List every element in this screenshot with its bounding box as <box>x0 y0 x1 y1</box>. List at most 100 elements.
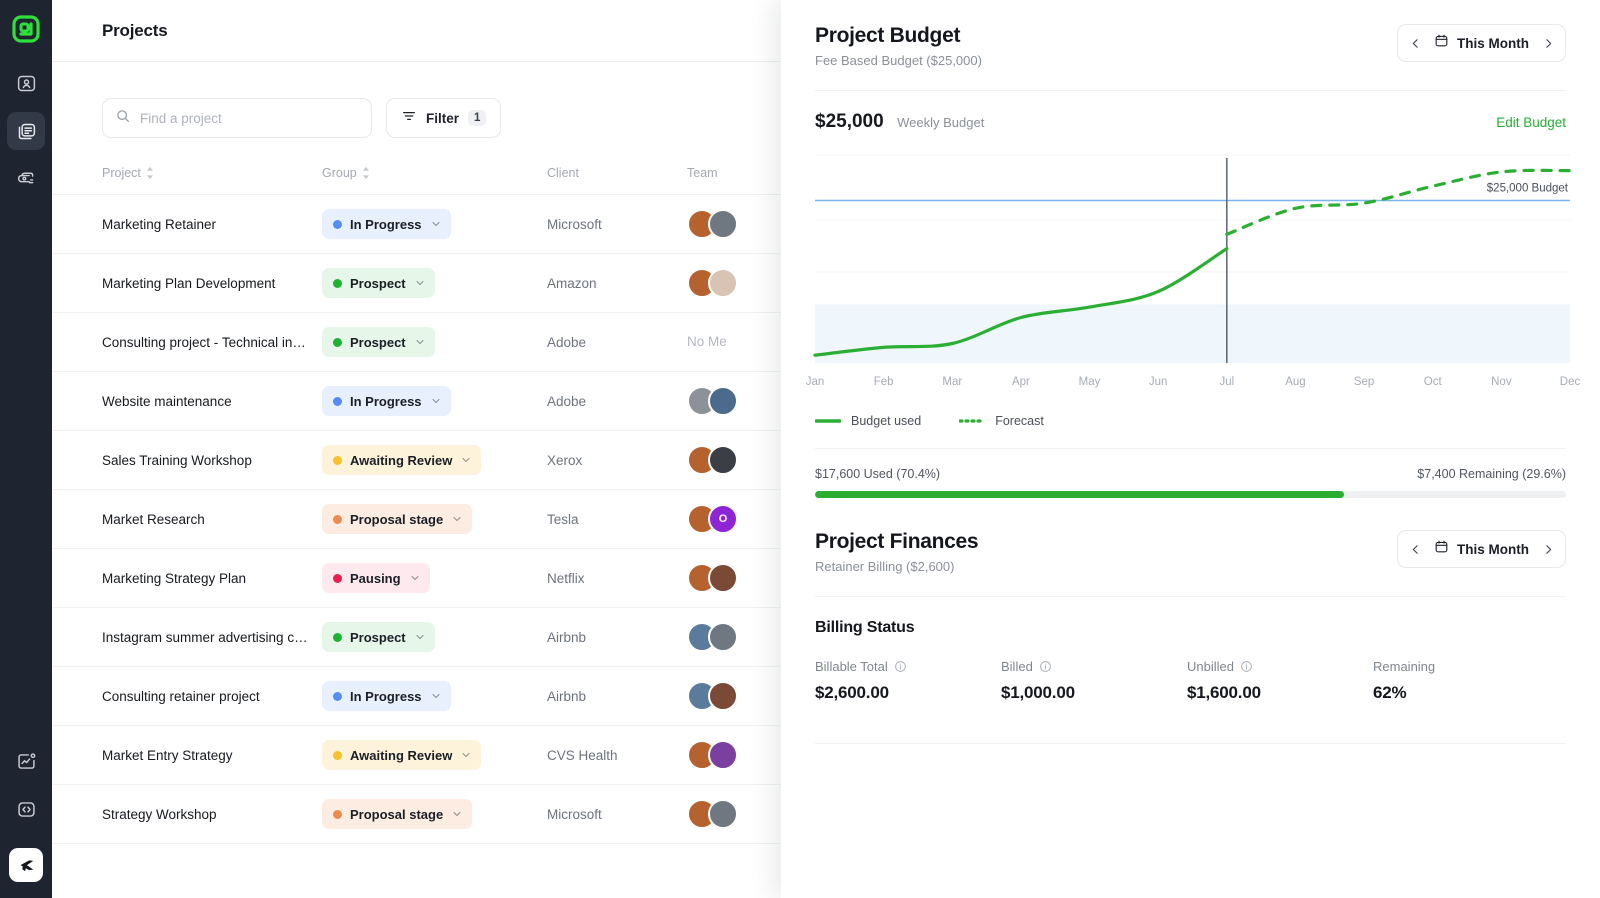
chevron-down-icon[interactable] <box>414 277 426 289</box>
svg-text:Jan: Jan <box>806 376 825 388</box>
finances-bottom-divider <box>815 743 1566 744</box>
info-icon[interactable] <box>1240 660 1253 673</box>
status-badge[interactable]: In Progress <box>322 681 451 711</box>
table-row[interactable]: Consulting retainer projectIn ProgressAi… <box>52 667 782 726</box>
chevron-left-icon[interactable] <box>1402 25 1428 61</box>
avatar[interactable] <box>708 563 738 593</box>
column-header-project[interactable]: Project <box>52 166 322 195</box>
avatar-group[interactable] <box>687 209 782 239</box>
avatar[interactable]: O <box>708 504 738 534</box>
column-header-team[interactable]: Team <box>687 166 782 195</box>
avatar[interactable] <box>708 681 738 711</box>
table-row[interactable]: Instagram summer advertising c…ProspectA… <box>52 608 782 667</box>
search-input[interactable] <box>140 111 359 126</box>
status-badge[interactable]: Pausing <box>322 563 430 593</box>
budget-period-picker[interactable]: This Month <box>1397 24 1566 62</box>
finances-period-picker[interactable]: This Month <box>1397 530 1566 568</box>
chevron-right-icon[interactable] <box>1535 531 1561 567</box>
kpi-value: $2,600.00 <box>815 683 1001 703</box>
sidebar-item-developer[interactable] <box>7 790 45 828</box>
chevron-down-icon[interactable] <box>430 218 442 230</box>
status-badge[interactable]: Awaiting Review <box>322 740 481 770</box>
avatar-group[interactable] <box>687 799 782 829</box>
edit-budget-button[interactable]: Edit Budget <box>1496 115 1566 130</box>
avatar-group[interactable] <box>687 740 782 770</box>
chevron-down-icon[interactable] <box>451 513 463 525</box>
column-header-group[interactable]: Group <box>322 166 547 195</box>
avatar[interactable] <box>708 740 738 770</box>
table-row[interactable]: Website maintenanceIn ProgressAdobe <box>52 372 782 431</box>
filter-button[interactable]: Filter 1 <box>386 98 501 138</box>
status-label: In Progress <box>350 217 422 232</box>
status-label: Prospect <box>350 276 406 291</box>
table-row[interactable]: Consulting project - Technical in…Prospe… <box>52 313 782 372</box>
avatar[interactable] <box>708 386 738 416</box>
status-badge[interactable]: Prospect <box>322 268 435 298</box>
avatar-group[interactable] <box>687 563 782 593</box>
workspace-mark-icon[interactable] <box>9 848 43 882</box>
avatar-group[interactable] <box>687 681 782 711</box>
avatar[interactable] <box>708 622 738 652</box>
status-dot-icon <box>333 397 342 406</box>
avatar[interactable] <box>708 268 738 298</box>
status-badge[interactable]: Prospect <box>322 622 435 652</box>
avatar-group[interactable] <box>687 386 782 416</box>
avatar-group[interactable]: O <box>687 504 782 534</box>
legend-label-forecast: Forecast <box>995 414 1044 428</box>
chevron-down-icon[interactable] <box>414 631 426 643</box>
status-dot-icon <box>333 338 342 347</box>
sidebar-item-insights[interactable] <box>7 742 45 780</box>
chevron-down-icon[interactable] <box>451 808 463 820</box>
avatar[interactable] <box>708 209 738 239</box>
avatar[interactable] <box>708 799 738 829</box>
avatar-group[interactable] <box>687 622 782 652</box>
usage-labels: $17,600 Used (70.4%) $7,400 Remaining (2… <box>815 467 1566 481</box>
budget-period-value[interactable]: This Month <box>1428 33 1535 53</box>
cell-client: CVS Health <box>547 726 687 785</box>
info-icon[interactable] <box>894 660 907 673</box>
column-header-client[interactable]: Client <box>547 166 687 195</box>
chevron-right-icon[interactable] <box>1535 25 1561 61</box>
table-row[interactable]: Sales Training WorkshopAwaiting ReviewXe… <box>52 431 782 490</box>
sidebar-item-projects[interactable] <box>7 112 45 150</box>
status-dot-icon <box>333 633 342 642</box>
budget-subtitle: Fee Based Budget ($25,000) <box>815 53 982 68</box>
status-badge[interactable]: Prospect <box>322 327 435 357</box>
chevron-down-icon[interactable] <box>430 690 442 702</box>
table-row[interactable]: Marketing Plan DevelopmentProspectAmazon <box>52 254 782 313</box>
search-input-wrapper[interactable] <box>102 98 372 138</box>
table-row[interactable]: Marketing RetainerIn ProgressMicrosoft <box>52 195 782 254</box>
table-row[interactable]: Market ResearchProposal stageTeslaO <box>52 490 782 549</box>
cell-client: Adobe <box>547 313 687 372</box>
status-dot-icon <box>333 574 342 583</box>
avatar-group[interactable] <box>687 445 782 475</box>
budget-amount-group: $25,000 Weekly Budget <box>815 111 984 133</box>
cell-group: Prospect <box>322 254 547 313</box>
chevron-down-icon[interactable] <box>460 454 472 466</box>
status-badge[interactable]: In Progress <box>322 209 451 239</box>
sidebar-item-billing[interactable] <box>7 160 45 198</box>
table-row[interactable]: Market Entry StrategyAwaiting ReviewCVS … <box>52 726 782 785</box>
avatar[interactable] <box>708 445 738 475</box>
budget-chart-svg: $25,000 BudgetJanFebMarAprMayJunJulAugSe… <box>781 145 1600 395</box>
app-logo-icon[interactable] <box>9 12 43 46</box>
status-dot-icon <box>333 279 342 288</box>
status-badge[interactable]: In Progress <box>322 386 451 416</box>
status-badge[interactable]: Proposal stage <box>322 799 472 829</box>
chevron-down-icon[interactable] <box>430 395 442 407</box>
avatar-group[interactable] <box>687 268 782 298</box>
legend-solid-swatch <box>815 417 841 425</box>
info-icon[interactable] <box>1039 660 1052 673</box>
chevron-down-icon[interactable] <box>460 749 472 761</box>
table-row[interactable]: Marketing Strategy PlanPausingNetflix <box>52 549 782 608</box>
table-header-row: Project Group <box>52 166 782 195</box>
status-badge[interactable]: Awaiting Review <box>322 445 481 475</box>
finances-period-value[interactable]: This Month <box>1428 539 1535 559</box>
cell-project: Marketing Retainer <box>52 195 322 254</box>
chevron-down-icon[interactable] <box>409 572 421 584</box>
sidebar-item-contacts[interactable] <box>7 64 45 102</box>
chevron-left-icon[interactable] <box>1402 531 1428 567</box>
table-row[interactable]: Strategy WorkshopProposal stageMicrosoft <box>52 785 782 844</box>
status-badge[interactable]: Proposal stage <box>322 504 472 534</box>
chevron-down-icon[interactable] <box>414 336 426 348</box>
